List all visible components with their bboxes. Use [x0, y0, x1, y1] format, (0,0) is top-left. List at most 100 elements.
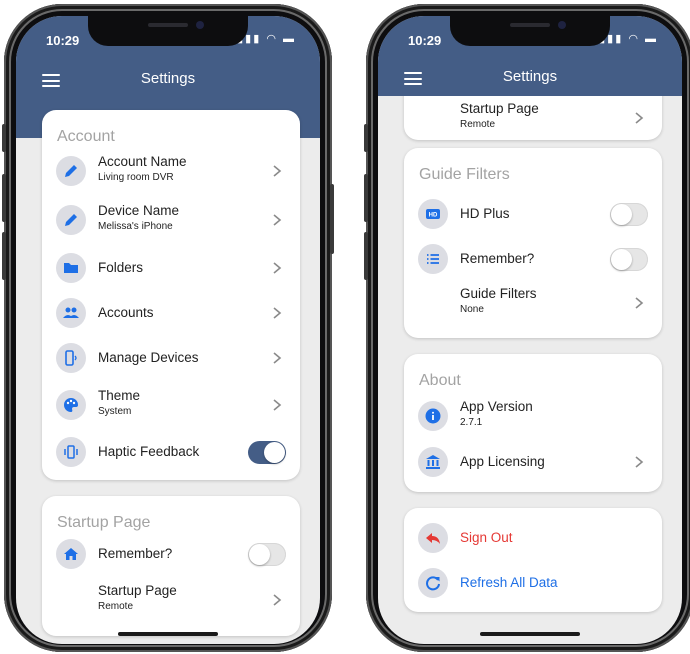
- volume-down-button: [2, 232, 6, 280]
- theme-row[interactable]: Theme System: [42, 385, 300, 425]
- mute-switch: [2, 124, 6, 152]
- chevron-right-icon: [273, 165, 282, 177]
- row-value: None: [460, 304, 484, 315]
- guide-filters-row[interactable]: Guide Filters None: [404, 283, 662, 323]
- phone-frame-right: Startup Page Remote 10:29 ▮▮▮ ◠ ▬ Settin…: [364, 4, 690, 652]
- chevron-right-icon: [273, 399, 282, 411]
- screen-right: Startup Page Remote 10:29 ▮▮▮ ◠ ▬ Settin…: [378, 16, 682, 644]
- hd-plus-row: HD HD Plus: [404, 194, 662, 234]
- nav-bar: Settings: [16, 60, 320, 100]
- folder-icon: [56, 253, 86, 283]
- home-indicator: [118, 632, 218, 636]
- row-value: Remote: [98, 601, 134, 612]
- chevron-right-icon: [635, 297, 644, 309]
- status-time: 10:29: [408, 33, 442, 48]
- device-name-row[interactable]: Device Name Melissa's iPhone: [42, 200, 300, 240]
- actions-card: Sign Out Refresh All Data: [404, 508, 662, 612]
- home-indicator: [480, 632, 580, 636]
- chevron-right-icon: [635, 456, 644, 468]
- page-title: Settings: [502, 68, 558, 85]
- hd-icon: HD: [418, 199, 448, 229]
- volume-down-button: [364, 232, 368, 280]
- phone-frame-left: 10:29 ▮▮▮ ◠ ▬ Settings Account Account N…: [2, 4, 334, 652]
- row-label: App Licensing: [460, 454, 545, 469]
- devices-icon: [56, 343, 86, 373]
- row-label: Guide Filters: [460, 286, 537, 301]
- row-value: System: [98, 406, 132, 417]
- notch: [450, 16, 610, 46]
- chevron-right-icon: [635, 112, 644, 124]
- sign-out-button[interactable]: Sign Out: [404, 518, 662, 558]
- page-title: Settings: [140, 70, 196, 87]
- startup-page-row[interactable]: Startup Page Remote: [404, 98, 662, 138]
- volume-up-button: [2, 174, 6, 222]
- accounts-row[interactable]: Accounts: [42, 293, 300, 333]
- pencil-icon: [56, 156, 86, 186]
- startup-page-row[interactable]: Startup Page Remote: [42, 580, 300, 620]
- manage-devices-row[interactable]: Manage Devices: [42, 338, 300, 378]
- row-label: Accounts: [98, 305, 154, 320]
- haptic-feedback-toggle[interactable]: [248, 441, 286, 464]
- app-version-row: App Version 2.7.1: [404, 396, 662, 436]
- account-card: Account Account Name Living room DVR Dev…: [42, 110, 300, 480]
- mute-switch: [364, 124, 368, 152]
- sign-out-label: Sign Out: [460, 530, 513, 545]
- people-icon: [56, 298, 86, 328]
- section-title-account: Account: [57, 128, 115, 145]
- row-value: 2.7.1: [460, 417, 483, 428]
- notch: [88, 16, 248, 46]
- remember-startup-toggle[interactable]: [248, 543, 286, 566]
- remember-guide-toggle[interactable]: [610, 248, 648, 271]
- refresh-all-data-button[interactable]: Refresh All Data: [404, 563, 662, 603]
- screen-left: 10:29 ▮▮▮ ◠ ▬ Settings Account Account N…: [16, 16, 320, 644]
- row-label: Folders: [98, 260, 144, 275]
- status-time: 10:29: [46, 33, 80, 48]
- palette-icon: [56, 390, 86, 420]
- remember-guide-row: Remember?: [404, 239, 662, 279]
- row-value: Remote: [460, 119, 496, 130]
- svg-text:HD: HD: [429, 213, 438, 219]
- chevron-right-icon: [273, 352, 282, 364]
- volume-up-button: [364, 174, 368, 222]
- home-icon: [56, 539, 86, 569]
- row-label: Startup Page: [460, 101, 539, 116]
- account-name-row[interactable]: Account Name Living room DVR: [42, 151, 300, 191]
- pencil-icon: [56, 205, 86, 235]
- power-button: [330, 184, 334, 254]
- reply-arrow-icon: [418, 523, 448, 553]
- section-title-guide-filters: Guide Filters: [419, 166, 510, 183]
- folders-row[interactable]: Folders: [42, 248, 300, 288]
- row-label: Manage Devices: [98, 350, 199, 365]
- row-label: HD Plus: [460, 206, 510, 221]
- row-label: Device Name: [98, 203, 180, 218]
- row-label: Account Name: [98, 154, 187, 169]
- vibration-icon: [56, 437, 86, 467]
- row-label: Haptic Feedback: [98, 444, 200, 459]
- chevron-right-icon: [273, 594, 282, 606]
- row-label: Startup Page: [98, 583, 177, 598]
- row-label: Theme: [98, 388, 141, 403]
- section-title-about: About: [419, 372, 461, 389]
- refresh-icon: [418, 568, 448, 598]
- about-card: About App Version 2.7.1 App Licensing: [404, 354, 662, 492]
- row-value: Living room DVR: [98, 172, 174, 183]
- startup-card: Startup Page Remember? Startup Page Remo…: [42, 496, 300, 636]
- haptic-feedback-row: Haptic Feedback: [42, 432, 300, 472]
- chevron-right-icon: [273, 214, 282, 226]
- list-icon: [418, 244, 448, 274]
- app-licensing-row[interactable]: App Licensing: [404, 442, 662, 482]
- row-label: App Version: [460, 399, 533, 414]
- chevron-right-icon: [273, 307, 282, 319]
- hd-plus-toggle[interactable]: [610, 203, 648, 226]
- bank-icon: [418, 447, 448, 477]
- nav-bar: Settings: [378, 58, 682, 98]
- info-icon: [418, 401, 448, 431]
- chevron-right-icon: [273, 262, 282, 274]
- remember-startup-row: Remember?: [42, 534, 300, 574]
- guide-filters-card: Guide Filters HD HD Plus Remember? Guide…: [404, 148, 662, 338]
- section-title-startup: Startup Page: [57, 514, 151, 531]
- row-label: Remember?: [460, 251, 535, 266]
- refresh-all-data-label: Refresh All Data: [460, 575, 558, 590]
- row-label: Remember?: [98, 546, 173, 561]
- row-value: Melissa's iPhone: [98, 221, 173, 232]
